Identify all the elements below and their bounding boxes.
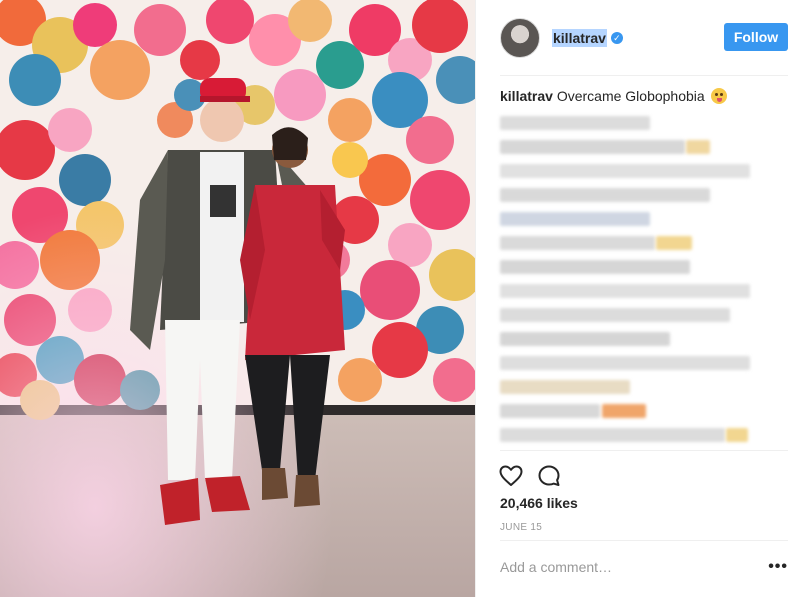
- obscured-comment: [500, 212, 650, 226]
- post-header: killatrav ✓ Follow: [476, 0, 812, 76]
- add-comment-input[interactable]: [500, 559, 740, 575]
- author-avatar[interactable]: [500, 18, 540, 58]
- obscured-comment: [500, 332, 670, 346]
- more-options-icon[interactable]: •••: [768, 559, 788, 575]
- obscured-comment: [500, 140, 685, 154]
- instagram-post: killatrav ✓ Follow killatrav Overcame Gl…: [0, 0, 812, 597]
- obscured-comment: [500, 116, 650, 130]
- obscured-comment: [602, 404, 646, 418]
- obscured-comment: [726, 428, 748, 442]
- likes-count[interactable]: 20,466 likes: [500, 495, 578, 511]
- obscured-comment: [500, 188, 710, 202]
- obscured-comment: [500, 404, 600, 418]
- comment-form: •••: [500, 540, 788, 597]
- obscured-comment: [500, 236, 655, 250]
- post-date[interactable]: JUNE 15: [500, 522, 542, 533]
- obscured-comment: [500, 164, 750, 178]
- follow-button[interactable]: Follow: [724, 23, 788, 51]
- obscured-comment: [500, 428, 725, 442]
- post-caption: killatrav Overcame Globophobia: [500, 87, 790, 105]
- post-photo[interactable]: [0, 0, 476, 597]
- heart-icon[interactable]: [498, 463, 524, 489]
- verified-badge-icon: ✓: [610, 32, 623, 44]
- actions-divider: [500, 450, 788, 451]
- caption-username[interactable]: killatrav: [500, 88, 553, 104]
- obscured-comment: [500, 356, 750, 370]
- obscured-comment: [500, 308, 730, 322]
- header-divider: [500, 75, 788, 76]
- obscured-comment: [500, 260, 690, 274]
- comments-list: [476, 110, 812, 450]
- caption-text: Overcame Globophobia: [556, 88, 705, 104]
- obscured-comment: [686, 140, 710, 154]
- obscured-comment: [500, 284, 750, 298]
- author-username[interactable]: killatrav: [552, 29, 607, 47]
- photo-image: [0, 0, 475, 597]
- tongue-emoji-icon: [710, 88, 727, 104]
- post-sidebar: killatrav ✓ Follow killatrav Overcame Gl…: [476, 0, 812, 597]
- obscured-comment: [500, 380, 630, 394]
- obscured-comment: [656, 236, 692, 250]
- comment-bubble-icon[interactable]: [536, 463, 562, 489]
